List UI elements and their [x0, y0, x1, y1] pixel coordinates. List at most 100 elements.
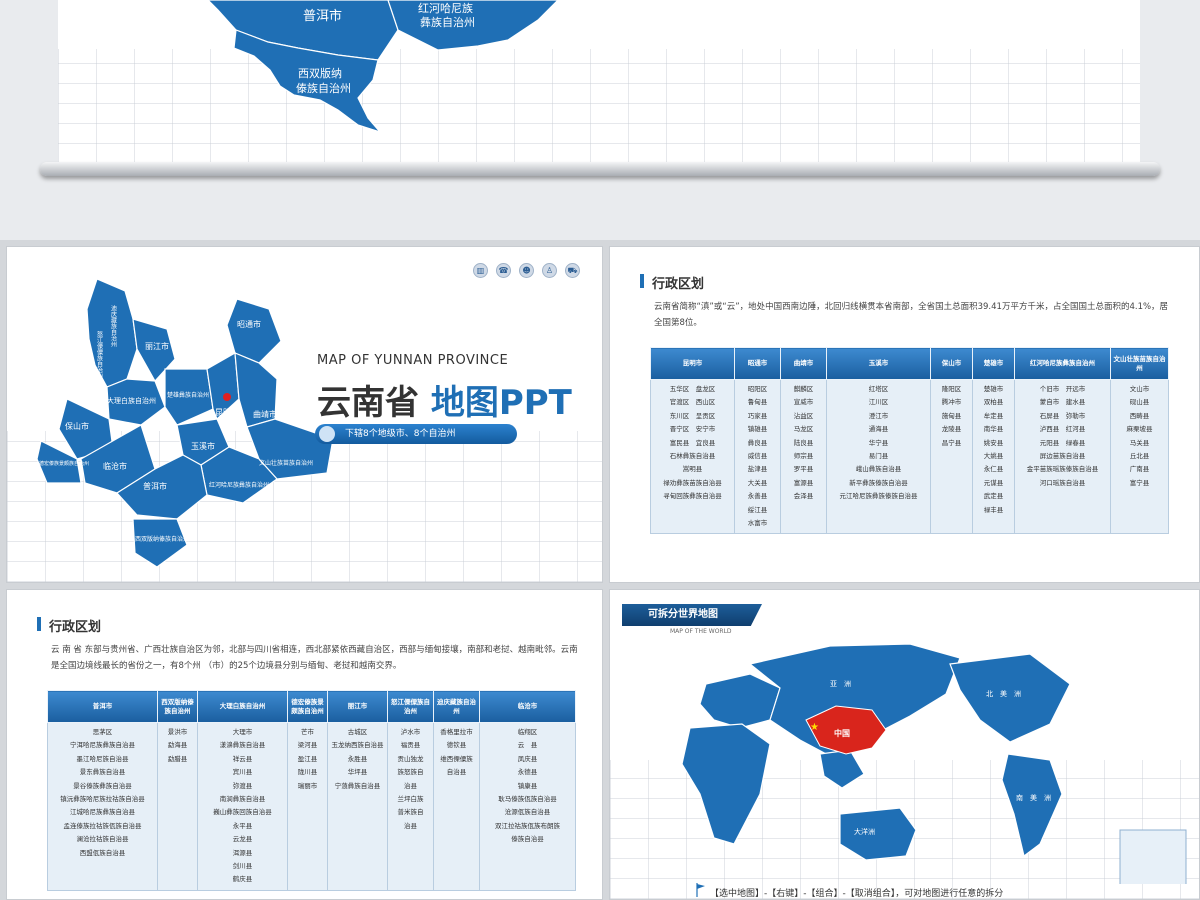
list-item: 施甸县	[941, 411, 962, 420]
label-xishuangbanna: 西双版纳傣族自治州	[135, 535, 189, 543]
person-icon[interactable]: ♙	[542, 263, 557, 278]
list-item: 宁蒗彝族自治县	[334, 781, 381, 790]
list-item: 昭阳区	[747, 385, 768, 393]
list-item: 昌宁县	[941, 438, 962, 447]
table-cell: 香格里拉市 德钦县 维西傈僳族 自治县	[433, 722, 480, 891]
list-item: 玉龙纳西族自治县	[331, 741, 384, 750]
label-nujiang: 怒江傈僳族自治州	[96, 330, 103, 379]
list-item: 牟定县	[983, 411, 1004, 420]
map-region-africa[interactable]	[681, 723, 771, 845]
yunnan-province-map: 迪庆藏族自治州 丽江市 昭通市 怒江傈僳族自治州 大理白族自治州 楚雄彝族自治州…	[37, 278, 334, 568]
list-item: 砚山县	[1129, 398, 1150, 407]
china-label: 中国	[834, 728, 850, 738]
list-item: 洱源县	[232, 848, 253, 857]
list-item: 兰坪白族	[397, 795, 424, 804]
list-item: 马关县	[1129, 438, 1150, 447]
map-region-xishuangbanna[interactable]	[132, 518, 188, 568]
list-item: 腾冲市	[941, 398, 962, 407]
subtitle-pill: 下辖8个地级市、8个自治州	[315, 424, 517, 444]
map-region-europe[interactable]	[699, 673, 781, 729]
column-header: 大理白族自治州	[197, 690, 288, 723]
list-item: 澜沧拉祜族自治县	[76, 835, 129, 844]
projection-screen: 普洱市 红河哈尼族 彝族自治州 西双版纳 傣族自治州	[58, 0, 1140, 164]
list-item: 族怒族自	[397, 768, 424, 777]
label-yuxi: 玉溪市	[191, 441, 215, 451]
hero-label-banna-1: 西双版纳	[298, 66, 342, 80]
instruction-footnote: 【选中地图】-【右键】-【组合】-【取消组合】，可对地图进行任意的拆分	[710, 889, 1004, 899]
list-item: 香格里拉市	[440, 728, 473, 736]
list-item: 大姚县	[983, 452, 1004, 461]
hero-label-banna-2: 傣族自治州	[296, 81, 351, 95]
chart-icon[interactable]: ▥	[473, 263, 488, 278]
map-region-southeast-asia[interactable]	[819, 749, 865, 789]
page-title: 云南省 地图PPT	[317, 375, 572, 424]
list-item: 勐海县	[167, 741, 188, 750]
list-item: 勐腊县	[167, 754, 188, 763]
list-item: 师宗县	[793, 452, 814, 461]
list-item: 富民县 宜良县	[669, 438, 716, 447]
list-item: 武定县	[983, 492, 1004, 501]
column-header: 红河哈尼族彝族自治州	[1014, 347, 1111, 380]
table-cell: 泸水市 福贡县 贡山独龙 族怒族自 治县 兰坪白族 普米族自 治县	[387, 722, 434, 891]
list-item: 墨江哈尼族自治县	[76, 754, 129, 763]
list-item: 景东彝族自治县	[79, 768, 126, 777]
list-item: 凤庆县	[517, 754, 538, 763]
hero-slide: 普洱市 红河哈尼族 彝族自治州 西双版纳 傣族自治州	[0, 0, 1200, 240]
label-dali: 大理白族自治州	[107, 396, 156, 405]
table-cell: 大理市 漾濞彝族自治县 祥云县 宾川县 弥渡县 南涧彝族自治县 巍山彝族回族自治县 永平县 云龙…	[197, 722, 288, 891]
list-item: 泸水市	[400, 728, 421, 736]
map-region-south-america[interactable]	[1001, 753, 1063, 858]
list-item: 元阳县 绿春县	[1039, 438, 1086, 447]
column-header: 西双版纳傣族自治州	[157, 690, 198, 723]
list-item: 沾益区	[793, 411, 814, 420]
flag-icon	[696, 883, 705, 897]
table-cell: 个旧市 开远市 蒙自市 建水县 石屏县 弥勒市 泸西县 红河县 元阳县 绿春县 屏边苗族自…	[1014, 379, 1111, 535]
list-item: 永善县	[747, 492, 768, 501]
list-item: 绥江县	[747, 505, 768, 514]
english-title: MAP OF YUNNAN PROVINCE	[317, 353, 509, 368]
column-header: 楚雄市	[972, 347, 1015, 380]
list-item: 普米族自	[397, 808, 424, 817]
list-item: 文山市	[1129, 385, 1150, 393]
list-item: 马龙区	[793, 425, 814, 434]
people-icon[interactable]: ☻	[519, 263, 534, 278]
list-item: 富宁县	[1129, 478, 1150, 487]
column-header: 普洱市	[47, 690, 158, 723]
map-region-north-america[interactable]	[949, 653, 1071, 743]
cart-icon[interactable]: ⛟	[565, 263, 580, 278]
list-item: 大理市	[232, 728, 253, 736]
label-honghe: 红河哈尼族彝族自治州	[209, 481, 269, 489]
list-item: 自治县	[446, 768, 467, 777]
list-item: 西盟佤族自治县	[79, 848, 126, 857]
toolbar: ▥ ☎ ☻ ♙ ⛟	[473, 263, 580, 278]
label-kunming: 昆明市	[215, 407, 239, 417]
screen-roller-bar	[40, 162, 1160, 176]
label-lincang: 临沧市	[103, 461, 127, 471]
list-item: 宾川县	[232, 768, 253, 777]
list-item: 祥云县	[232, 754, 253, 763]
column-header: 昭通市	[734, 347, 781, 380]
list-item: 蒙自市 建水县	[1039, 398, 1086, 407]
list-item: 景洪市	[167, 728, 188, 736]
list-item: 新平彝族傣族自治县	[849, 478, 908, 487]
table-cell: 红塔区 江川区 澄江市 通海县 华宁县 易门县 峨山彝族自治县 新平彝族傣族自治县 元江哈尼族彝…	[826, 379, 931, 535]
phone-icon[interactable]: ☎	[496, 263, 511, 278]
list-item: 耿马傣族佤族自治县	[498, 795, 557, 804]
list-item: 广南县	[1129, 465, 1150, 474]
label-south-america: 南 美 洲	[1016, 793, 1051, 802]
list-item: 龙陵县	[941, 425, 962, 434]
map-region-oceania[interactable]	[839, 807, 917, 861]
list-item: 巧家县	[747, 411, 768, 420]
label-zhaotong: 昭通市	[237, 319, 261, 329]
list-item: 楚雄市	[983, 385, 1004, 393]
table-cell: 昭阳区 鲁甸县 巧家县 镇雄县 彝良县 威信县 盐津县 大关县 永善县 绥江县 水富市	[734, 379, 781, 535]
column-header: 丽江市	[327, 690, 388, 723]
title-part-map: 地图PPT	[430, 383, 572, 423]
list-item: 石林彝族自治县	[669, 452, 716, 461]
list-item: 禄丰县	[983, 505, 1004, 514]
section-title: 行政区划	[37, 616, 101, 635]
label-diqing: 迪庆藏族自治州	[110, 304, 117, 347]
table-row: 思茅区 宁洱哈尼族彝族自治县 墨江哈尼族自治县 景东彝族自治县 景谷傣族彝族自治县 镇沅彝…	[47, 722, 576, 891]
list-item: 宣威市	[793, 398, 814, 407]
list-item: 景谷傣族彝族自治县	[73, 781, 132, 790]
